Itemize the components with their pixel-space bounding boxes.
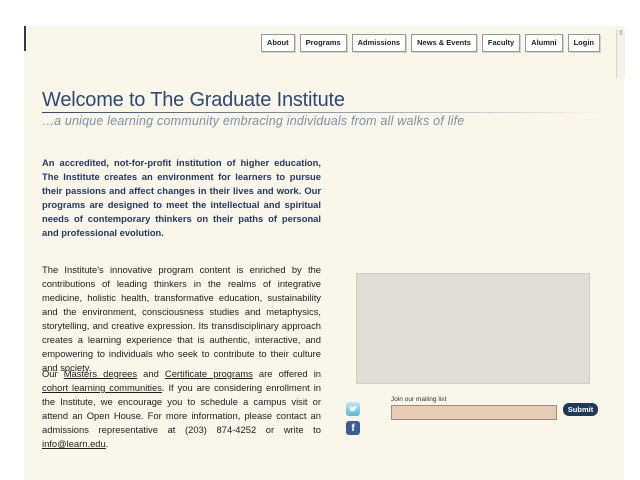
nav-news-events-button[interactable]: News & Events — [411, 34, 477, 52]
nav-faculty-button[interactable]: Faculty — [481, 34, 521, 52]
email-link[interactable]: info@learn.edu — [42, 438, 106, 449]
mailing-list-label: Join our mailing list — [391, 396, 447, 403]
mailing-list-email-input[interactable] — [391, 405, 557, 420]
nav-programs-button[interactable]: Programs — [299, 34, 347, 52]
title-divider — [42, 112, 602, 113]
page-subtitle: ...a unique learning community embracing… — [43, 114, 465, 128]
program-content-paragraph: The Institute's innovative program conte… — [42, 264, 321, 373]
masters-degrees-link[interactable]: Masters degrees — [64, 368, 137, 379]
facebook-icon[interactable]: f — [346, 421, 360, 435]
nav-admissions-button[interactable]: Admissions — [351, 34, 407, 52]
certificate-programs-link[interactable]: Certificate programs — [165, 368, 253, 379]
enrollment-paragraph: Our Masters degrees and Certificate prog… — [42, 367, 321, 451]
nav-login-button[interactable]: Login — [567, 34, 600, 52]
twitter-icon[interactable] — [346, 402, 360, 416]
nav-about-button[interactable]: About — [260, 34, 295, 52]
submit-button[interactable]: Submit — [563, 403, 598, 416]
left-edge-rule — [24, 26, 26, 51]
media-placeholder — [356, 273, 590, 384]
text-segment: are offered in — [252, 368, 322, 379]
intro-paragraph: An accredited, not-for-profit institutio… — [42, 157, 321, 238]
text-segment: . — [105, 438, 109, 449]
scrollbar[interactable]: ⇕ — [616, 30, 625, 78]
cohort-learning-link[interactable]: cohort learning communities — [42, 382, 162, 393]
social-links: f — [346, 402, 360, 440]
top-navigation: About Programs Admissions News & Events … — [260, 34, 600, 52]
page-title: Welcome to The Graduate Institute — [42, 89, 345, 111]
text-segment: and — [137, 368, 165, 379]
text-segment: Our — [42, 368, 64, 379]
nav-alumni-button[interactable]: Alumni — [525, 34, 563, 52]
